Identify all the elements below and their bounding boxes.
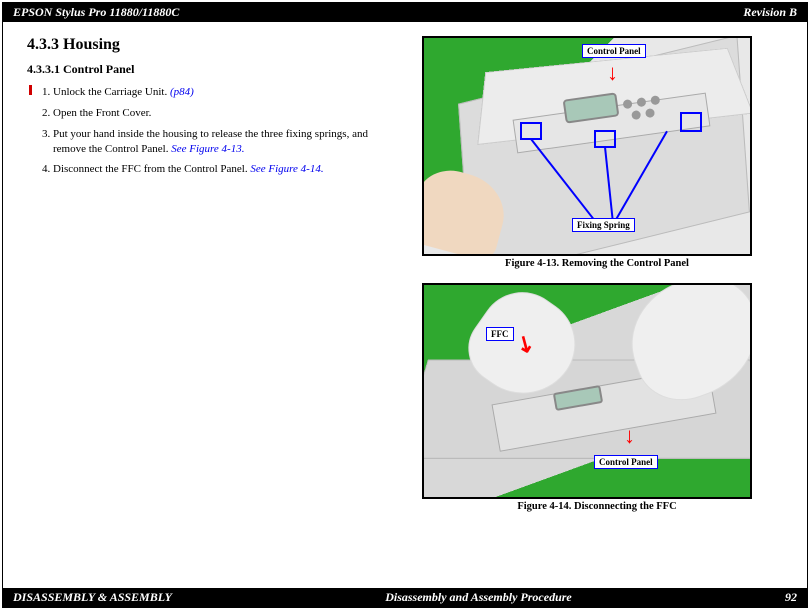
page-border: EPSON Stylus Pro 11880/11880C Revision B… — [2, 2, 808, 608]
step-item: Unlock the Carriage Unit. (p84) — [53, 85, 382, 100]
revision-mark — [29, 85, 32, 95]
panel-button — [631, 110, 641, 120]
step-item: Disconnect the FFC from the Control Pane… — [53, 162, 382, 177]
fixing-spring-box — [680, 112, 702, 132]
panel-button — [645, 108, 655, 118]
panel-button — [650, 95, 660, 105]
figure-4-14: FFC ↘ Control Panel ↓ — [422, 283, 752, 499]
footer-bar: DISASSEMBLY & ASSEMBLY Disassembly and A… — [3, 588, 807, 607]
callout-fixing-spring: Fixing Spring — [572, 218, 635, 232]
step-text: Disconnect the FFC from the Control Pane… — [53, 163, 250, 175]
right-column: Control Panel ↓ Fixing Spring Figure 4-1… — [412, 36, 782, 512]
figure-4-13: Control Panel ↓ Fixing Spring — [422, 36, 752, 256]
figure-4-14-caption: Figure 4-14. Disconnecting the FFC — [412, 501, 782, 512]
step-item: Put your hand inside the housing to rele… — [53, 127, 382, 157]
step-link[interactable]: See Figure 4-13. — [171, 143, 244, 155]
content-area: 4.3.3 Housing 4.3.3.1 Control Panel Unlo… — [3, 22, 807, 512]
header-bar: EPSON Stylus Pro 11880/11880C Revision B — [3, 3, 807, 22]
section-heading: 4.3.3 Housing — [27, 36, 382, 54]
step-text: Unlock the Carriage Unit. — [53, 86, 170, 98]
step-link[interactable]: (p84) — [170, 86, 194, 98]
step-text: Open the Front Cover. — [53, 107, 151, 119]
callout-control-panel: Control Panel — [594, 455, 658, 469]
figure-4-13-caption: Figure 4-13. Removing the Control Panel — [412, 258, 782, 269]
panel-button — [622, 99, 632, 109]
header-title-left: EPSON Stylus Pro 11880/11880C — [13, 5, 179, 20]
fixing-spring-box — [594, 130, 616, 148]
step-item: Open the Front Cover. — [53, 106, 382, 121]
footer-center: Disassembly and Assembly Procedure — [385, 590, 572, 605]
step-link[interactable]: See Figure 4-14. — [250, 163, 323, 175]
arrow-red-down-icon: ↓ — [624, 425, 635, 447]
panel-button — [636, 97, 646, 107]
step-list: Unlock the Carriage Unit. (p84) Open the… — [53, 85, 382, 177]
arrow-red-down-icon: ↓ — [607, 62, 618, 84]
header-title-right: Revision B — [743, 5, 797, 20]
callout-control-panel: Control Panel — [582, 44, 646, 58]
callout-ffc: FFC — [486, 327, 514, 341]
footer-right: 92 — [785, 590, 797, 605]
left-column: 4.3.3 Housing 4.3.3.1 Control Panel Unlo… — [27, 36, 382, 512]
footer-left: DISASSEMBLY & ASSEMBLY — [13, 590, 172, 605]
subsection-heading: 4.3.3.1 Control Panel — [27, 62, 382, 77]
